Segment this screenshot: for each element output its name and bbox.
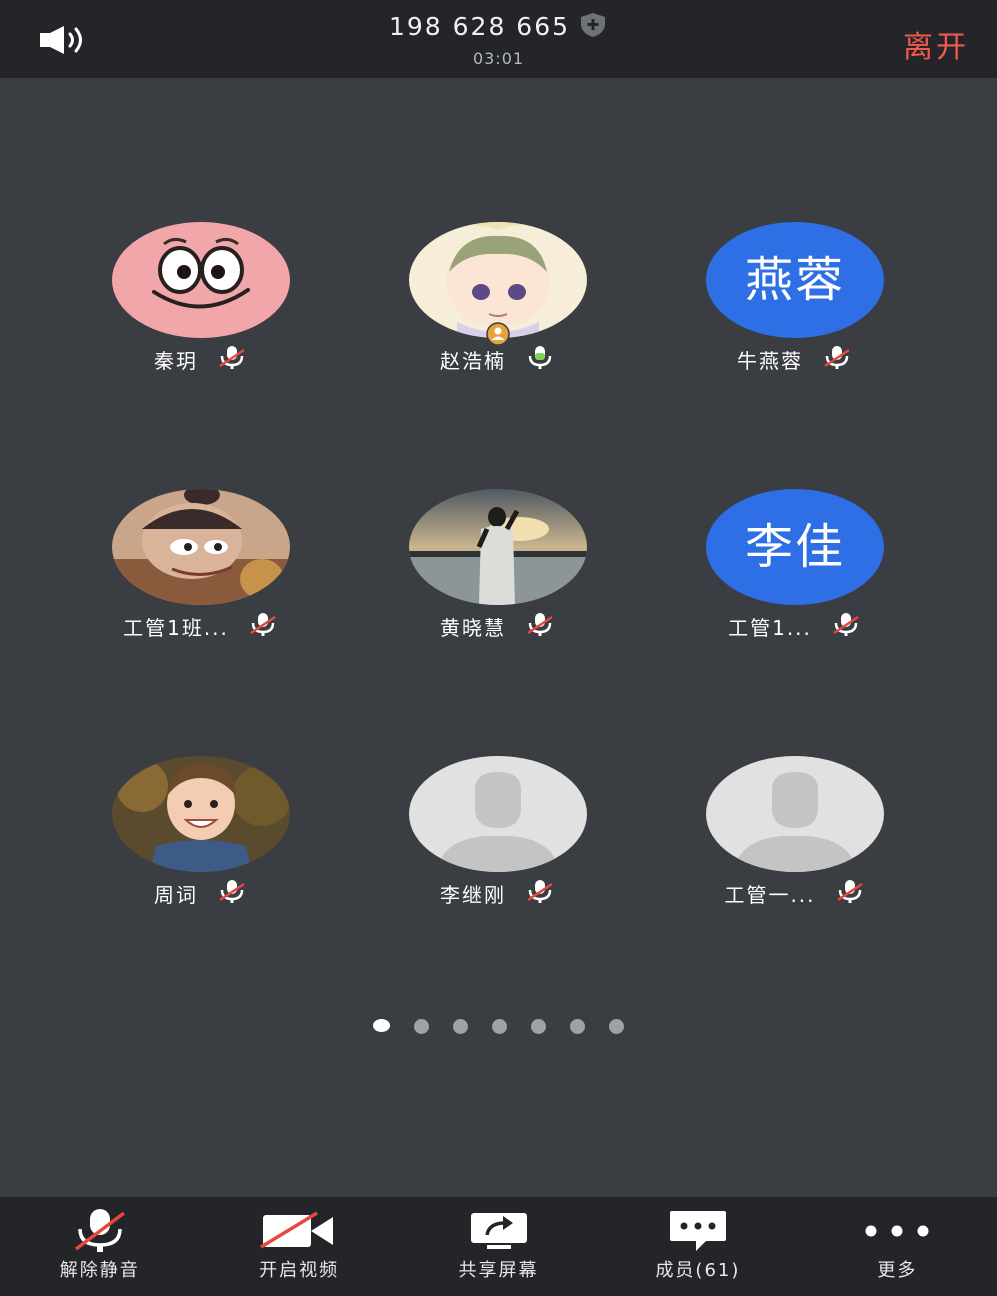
host-badge-icon bbox=[486, 322, 510, 346]
page-dot[interactable] bbox=[453, 1019, 468, 1034]
meeting-id-text: 198 628 665 bbox=[388, 12, 571, 41]
participant-name: 赵浩楠 bbox=[440, 348, 506, 373]
avatar bbox=[409, 222, 587, 338]
anime-child-avatar-icon bbox=[409, 222, 587, 338]
text-avatar: 燕蓉 bbox=[706, 222, 884, 338]
participant-name: 黄晓慧 bbox=[440, 615, 506, 640]
cartoon-boy-avatar-icon bbox=[112, 489, 290, 605]
page-dot[interactable] bbox=[570, 1019, 585, 1034]
participant-name: 秦玥 bbox=[154, 348, 198, 373]
mic-muted-icon bbox=[821, 344, 853, 375]
participant-name-row: 工管1班... bbox=[101, 611, 301, 641]
mic-speaking-icon bbox=[524, 344, 556, 375]
participant-name-row: 秦玥 bbox=[101, 344, 301, 374]
participant-name: 工管1班... bbox=[123, 615, 229, 640]
mic-muted-icon bbox=[830, 611, 862, 642]
participant-name-row: 黄晓慧 bbox=[398, 611, 598, 641]
start-video-label: 开启视频 bbox=[259, 1260, 340, 1281]
avatar bbox=[112, 489, 290, 605]
sunset-lake-avatar-icon bbox=[409, 489, 587, 605]
default-person-icon bbox=[409, 756, 587, 872]
members-button[interactable]: 成员(61) bbox=[598, 1197, 797, 1296]
participant-name: 李继刚 bbox=[440, 882, 506, 907]
start-video-button[interactable]: 开启视频 bbox=[199, 1197, 398, 1296]
avatar bbox=[112, 756, 290, 872]
page-dot[interactable] bbox=[492, 1019, 507, 1034]
mic-off-icon bbox=[70, 1207, 130, 1257]
participant-name-row: 工管1... bbox=[695, 611, 895, 641]
video-off-icon bbox=[259, 1207, 339, 1257]
shield-icon bbox=[578, 12, 608, 44]
avatar bbox=[409, 489, 587, 605]
patrick-star-avatar-icon bbox=[112, 222, 290, 338]
more-dots-icon bbox=[862, 1207, 932, 1257]
participant-name: 工管1... bbox=[728, 615, 812, 640]
meeting-id[interactable]: 198 628 665 bbox=[0, 12, 997, 44]
participant-name-row: 赵浩楠 bbox=[398, 344, 598, 374]
avatar bbox=[706, 756, 884, 872]
mic-muted-icon bbox=[216, 878, 248, 909]
chat-bubble-icon bbox=[666, 1207, 730, 1257]
toddler-avatar-icon bbox=[112, 756, 290, 872]
participant-name: 周词 bbox=[154, 882, 198, 907]
participant-name-row: 牛燕蓉 bbox=[695, 344, 895, 374]
page-dot[interactable] bbox=[609, 1019, 624, 1034]
bottom-toolbar: 解除静音 开启视频 共享屏幕 成员(61) 更多 bbox=[0, 1197, 997, 1296]
mic-muted-icon bbox=[524, 878, 556, 909]
more-button[interactable]: 更多 bbox=[798, 1197, 997, 1296]
page-dot-active[interactable] bbox=[373, 1019, 390, 1032]
meeting-timer: 03:01 bbox=[472, 49, 525, 68]
mic-muted-icon bbox=[834, 878, 866, 909]
share-screen-label: 共享屏幕 bbox=[458, 1260, 539, 1281]
mic-muted-icon bbox=[524, 611, 556, 642]
avatar bbox=[112, 222, 290, 338]
more-label: 更多 bbox=[877, 1260, 918, 1281]
default-person-icon bbox=[706, 756, 884, 872]
meeting-screen: 198 628 665 03:01 离开 秦玥 赵浩楠 燕蓉 牛燕蓉 工管1班.… bbox=[0, 0, 997, 1296]
page-indicator[interactable] bbox=[0, 1019, 997, 1034]
unmute-button[interactable]: 解除静音 bbox=[0, 1197, 199, 1296]
participant-name: 牛燕蓉 bbox=[737, 348, 803, 373]
leave-button[interactable]: 离开 bbox=[903, 22, 969, 66]
mic-muted-icon bbox=[247, 611, 279, 642]
members-label: 成员(61) bbox=[655, 1260, 741, 1281]
share-screen-icon bbox=[467, 1207, 531, 1257]
participant-name-row: 周词 bbox=[101, 878, 301, 908]
text-avatar: 李佳 bbox=[706, 489, 884, 605]
participant-name: 工管一... bbox=[724, 882, 816, 907]
top-bar: 198 628 665 03:01 离开 bbox=[0, 0, 997, 78]
page-dot[interactable] bbox=[414, 1019, 429, 1034]
avatar bbox=[409, 756, 587, 872]
unmute-label: 解除静音 bbox=[59, 1260, 140, 1281]
participant-name-row: 工管一... bbox=[695, 878, 895, 908]
share-screen-button[interactable]: 共享屏幕 bbox=[399, 1197, 598, 1296]
participant-name-row: 李继刚 bbox=[398, 878, 598, 908]
page-dot[interactable] bbox=[531, 1019, 546, 1034]
mic-muted-icon bbox=[216, 344, 248, 375]
